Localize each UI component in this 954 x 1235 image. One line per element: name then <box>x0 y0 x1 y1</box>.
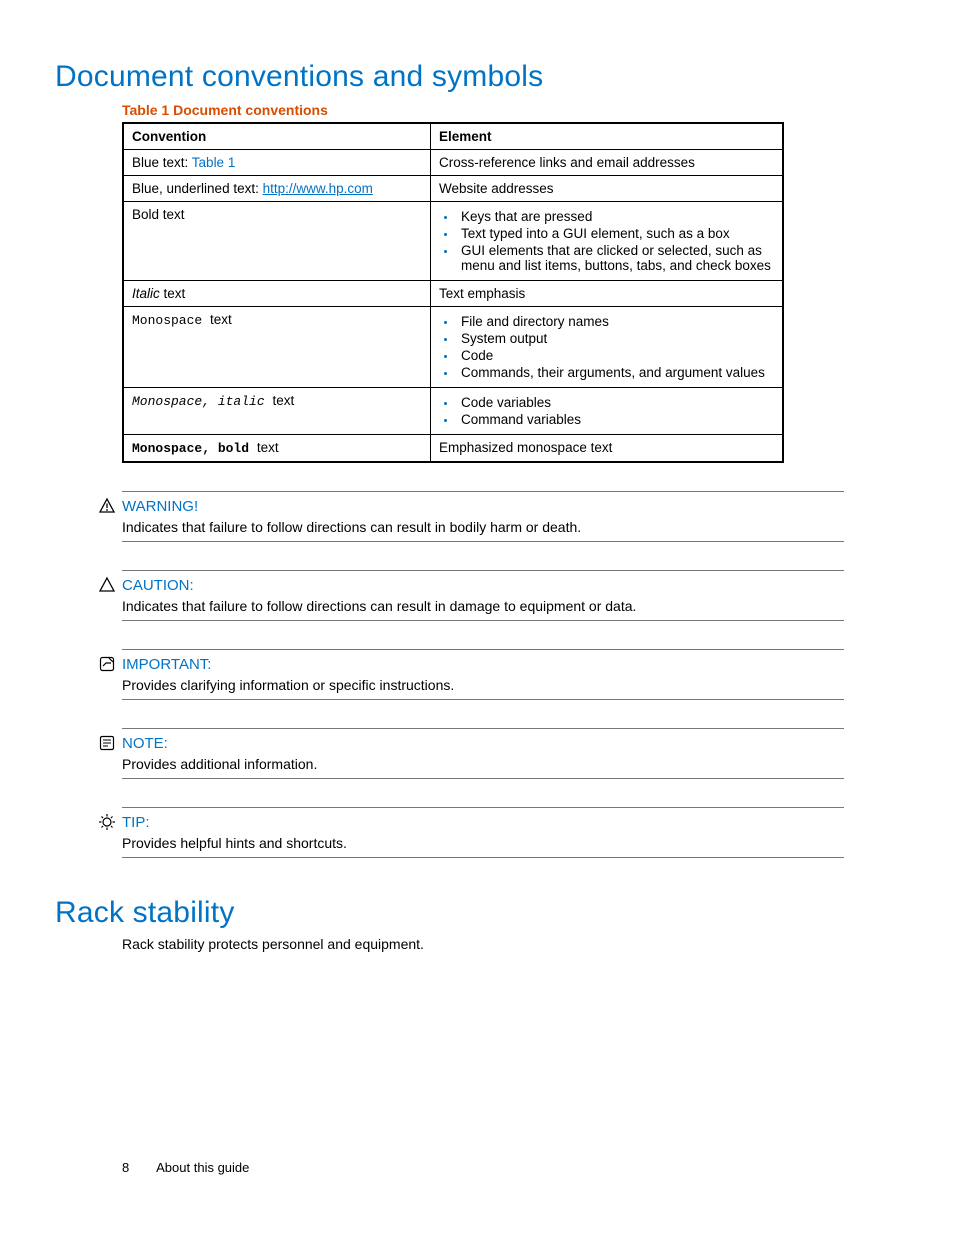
note-body: Provides additional information. <box>122 756 844 772</box>
cell-mono: Monospace <box>132 313 210 328</box>
note-admonition: NOTE: Provides additional information. <box>55 728 844 779</box>
list-item: Commands, their arguments, and argument … <box>457 365 774 380</box>
cross-reference-link[interactable]: Table 1 <box>192 155 236 170</box>
list-item: Code <box>457 348 774 363</box>
tip-icon <box>98 813 116 831</box>
cell-italic: Italic <box>132 286 160 301</box>
page-footer: 8 About this guide <box>122 1160 249 1175</box>
list-item: File and directory names <box>457 314 774 329</box>
th-element: Element <box>431 123 784 150</box>
section-heading: Rack stability <box>55 896 844 930</box>
important-heading: IMPORTANT: <box>122 650 844 673</box>
warning-body: Indicates that failure to follow directi… <box>122 519 844 535</box>
tip-heading: TIP: <box>122 808 844 831</box>
cell-text: text <box>272 393 294 408</box>
divider <box>122 620 844 621</box>
page-number: 8 <box>122 1160 129 1175</box>
cell-text: text <box>210 312 232 327</box>
cell-text: Cross-reference links and email addresse… <box>431 150 784 176</box>
table-row: Italic text Text emphasis <box>123 281 783 307</box>
table-row: Monospace, bold text Emphasized monospac… <box>123 435 783 463</box>
important-icon <box>98 655 116 673</box>
list-item: System output <box>457 331 774 346</box>
tip-body: Provides helpful hints and shortcuts. <box>122 835 844 851</box>
cell-mono-bold: Monospace, bold <box>132 441 257 456</box>
table-caption: Table 1 Document conventions <box>122 102 844 118</box>
warning-admonition: WARNING! Indicates that failure to follo… <box>55 491 844 542</box>
caution-icon <box>98 576 116 594</box>
cell-text: Emphasized monospace text <box>431 435 784 463</box>
cell-text: text <box>257 440 279 455</box>
cell-text: text <box>160 286 186 301</box>
caution-heading: CAUTION: <box>122 571 844 594</box>
table-row: Monospace text File and directory names … <box>123 307 783 388</box>
note-heading: NOTE: <box>122 729 844 752</box>
cell-text: Website addresses <box>431 176 784 202</box>
divider <box>122 699 844 700</box>
divider <box>122 778 844 779</box>
th-convention: Convention <box>123 123 431 150</box>
warning-icon <box>98 497 116 515</box>
cell-text: text <box>159 207 185 222</box>
cell-bold: Bold <box>132 207 159 222</box>
website-link[interactable]: http://www.hp.com <box>263 181 373 196</box>
table-row: Blue text: Table 1 Cross-reference links… <box>123 150 783 176</box>
document-conventions-table: Convention Element Blue text: Table 1 Cr… <box>122 122 784 463</box>
cell-text: Text emphasis <box>431 281 784 307</box>
warning-heading: WARNING! <box>122 492 844 515</box>
caution-body: Indicates that failure to follow directi… <box>122 598 844 614</box>
table-row: Bold text Keys that are pressed Text typ… <box>123 202 783 281</box>
cell-text: Blue, underlined text: <box>132 181 263 196</box>
table-row: Monospace, italic text Code variables Co… <box>123 388 783 435</box>
caution-admonition: CAUTION: Indicates that failure to follo… <box>55 570 844 621</box>
list-item: GUI elements that are clicked or selecte… <box>457 243 774 273</box>
divider <box>122 857 844 858</box>
list-item: Command variables <box>457 412 774 427</box>
list-item: Text typed into a GUI element, such as a… <box>457 226 774 241</box>
tip-admonition: TIP: Provides helpful hints and shortcut… <box>55 807 844 858</box>
body-text: Rack stability protects personnel and eq… <box>122 936 844 952</box>
important-admonition: IMPORTANT: Provides clarifying informati… <box>55 649 844 700</box>
list-item: Keys that are pressed <box>457 209 774 224</box>
table-row: Blue, underlined text: http://www.hp.com… <box>123 176 783 202</box>
footer-text: About this guide <box>156 1160 249 1175</box>
list-item: Code variables <box>457 395 774 410</box>
section-heading: Document conventions and symbols <box>55 60 844 94</box>
divider <box>122 541 844 542</box>
cell-mono-italic: Monospace, italic <box>132 394 272 409</box>
cell-text: Blue text: <box>132 155 192 170</box>
important-body: Provides clarifying information or speci… <box>122 677 844 693</box>
note-icon <box>98 734 116 752</box>
